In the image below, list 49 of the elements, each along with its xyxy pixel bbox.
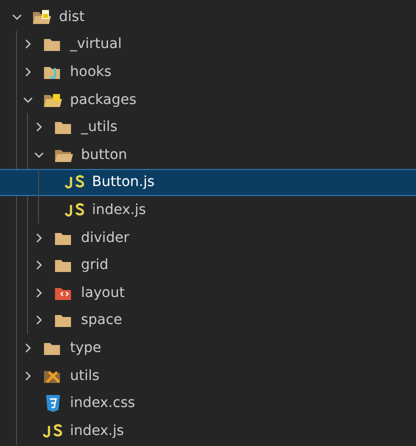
file-row[interactable]: index.js [0,416,416,444]
folder-name: hooks [70,62,112,81]
folder-name: _virtual [70,35,122,54]
chevron-icon[interactable] [23,39,33,50]
folder-row[interactable]: type [0,334,416,362]
folder-name: _utils [81,118,118,136]
chevron-icon[interactable] [34,288,44,298]
file-name: index.js [70,422,124,440]
chevron-icon[interactable] [34,315,44,326]
folder-row[interactable]: dist [0,3,416,31]
chevron-icon[interactable] [23,342,33,353]
chevron-icon[interactable] [23,66,33,77]
folder-name: type [70,338,102,357]
folder-row[interactable]: hooks [0,58,416,86]
file-row[interactable]: Button.js [0,168,416,196]
folder-row[interactable]: layout [0,278,416,307]
chevron-icon[interactable] [34,122,44,132]
folder-name: button [81,146,128,164]
folder-name: dist [59,8,85,26]
css-file-icon [43,394,63,412]
folder-row[interactable]: grid [0,251,416,279]
chevron-icon[interactable] [23,94,33,105]
chevron-icon[interactable] [34,232,44,243]
folder-name: space [81,311,122,330]
folder-row[interactable]: _utils [0,113,416,141]
folder-document-icon [32,8,52,26]
chevron-icon[interactable] [12,12,22,22]
folder-row[interactable]: space [0,306,416,334]
file-name: index.js [92,200,146,219]
chevron-icon[interactable] [34,150,44,160]
folder-row[interactable]: _virtual [0,30,416,58]
js-file-icon [65,173,85,192]
folder-name: utils [70,366,100,385]
folder-name: grid [81,256,108,274]
folder-row[interactable]: packages [0,86,416,114]
folder-row[interactable]: button [0,140,416,169]
file-row[interactable]: index.js [0,196,416,224]
js-file-icon [43,422,63,440]
js-file-icon [65,200,85,219]
chevron-icon[interactable] [34,260,44,270]
file-row[interactable]: index.css [0,389,416,417]
folder-name: layout [81,284,125,302]
folder-row[interactable]: utils [0,362,416,390]
folder-row[interactable]: divider [0,224,416,252]
folder-name: packages [70,90,136,109]
chevron-icon[interactable] [23,370,33,381]
file-name: Button.js [92,173,155,192]
file-name: index.css [70,394,136,412]
folder-name: divider [81,228,130,247]
